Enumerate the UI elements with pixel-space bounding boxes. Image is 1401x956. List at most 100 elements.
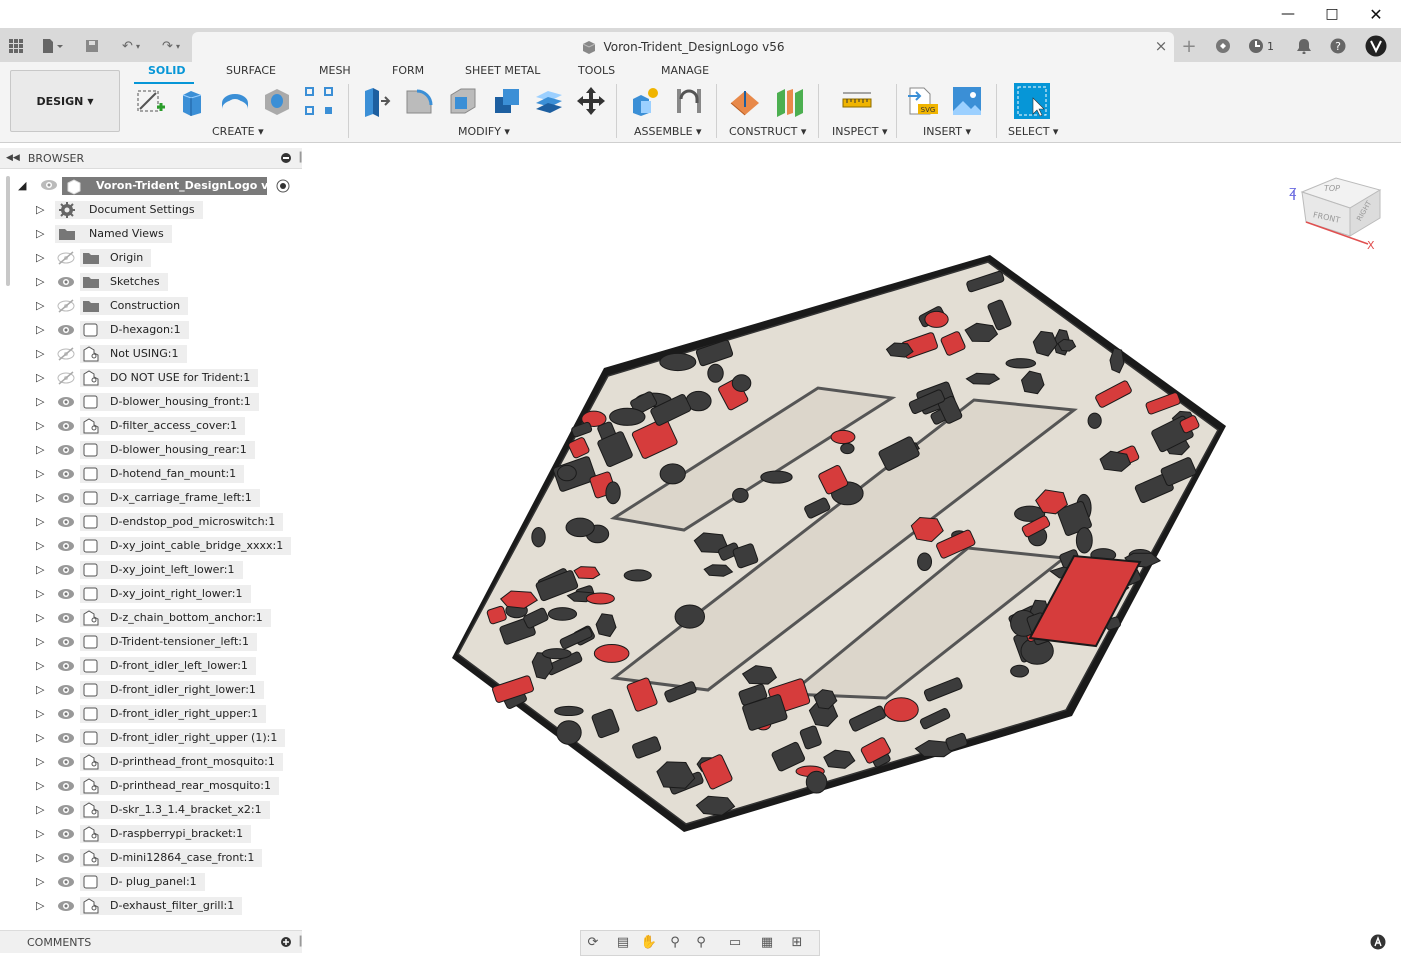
expand-arrow-icon[interactable]: ▷ — [36, 731, 44, 744]
tab-solid[interactable]: SOLID — [148, 64, 186, 80]
workspace-switcher[interactable]: DESIGN ▼ — [10, 70, 120, 132]
midplane-icon[interactable] — [772, 84, 806, 118]
press-pull-icon[interactable] — [358, 84, 392, 118]
browser-item[interactable]: ▷ D- plug_panel:1 — [0, 871, 302, 893]
printed-part[interactable] — [1005, 358, 1037, 369]
root-eye-icon[interactable] — [40, 178, 58, 195]
display-settings-icon[interactable]: ▭ — [726, 933, 744, 951]
eye-icon[interactable] — [56, 657, 76, 675]
view-cube[interactable]: TOP FRONT RIGHT Z X — [1280, 170, 1392, 259]
expand-arrow-icon[interactable]: ▷ — [36, 203, 44, 216]
browser-item[interactable]: ▷ D-skr_1.3_1.4_bracket_x2:1 — [0, 799, 302, 821]
minimize-icon[interactable]: — — [1266, 0, 1310, 28]
eye-icon[interactable] — [56, 513, 76, 531]
printed-part-red[interactable] — [573, 566, 601, 580]
document-tab[interactable]: Voron-Trident_DesignLogo v56 — [192, 32, 1174, 62]
eye-icon[interactable] — [56, 441, 76, 459]
browser-item[interactable]: ▷ Origin — [0, 247, 302, 269]
printed-part[interactable] — [531, 527, 546, 548]
group-create[interactable]: CREATE ▾ — [212, 125, 264, 138]
browser-item[interactable]: ▷ D-printhead_front_mosquito:1 — [0, 751, 302, 773]
printed-part[interactable] — [659, 463, 686, 485]
pin-icon[interactable] — [280, 152, 292, 167]
printed-part[interactable] — [1075, 527, 1093, 554]
tab-surface[interactable]: SURFACE — [226, 64, 276, 80]
zoom-window-icon[interactable]: ⚲ — [692, 933, 710, 951]
eye-icon[interactable] — [56, 489, 76, 507]
eye-icon[interactable] — [56, 753, 76, 771]
browser-item[interactable]: ▷ D-xy_joint_left_lower:1 — [0, 559, 302, 581]
eye-icon[interactable] — [56, 417, 76, 435]
expand-arrow-icon[interactable]: ▷ — [36, 803, 44, 816]
look-at-icon[interactable]: ▤ — [614, 933, 632, 951]
browser-item[interactable]: ▷ D-blower_housing_front:1 — [0, 391, 302, 413]
combine-icon[interactable] — [490, 84, 524, 118]
expand-arrow-icon[interactable]: ▷ — [36, 251, 44, 264]
printed-part[interactable] — [659, 352, 697, 372]
eye-icon[interactable] — [56, 609, 76, 627]
group-insert[interactable]: INSERT ▾ — [923, 125, 971, 138]
fillet-icon[interactable] — [402, 84, 436, 118]
zoom-icon[interactable]: ⚲ — [666, 933, 684, 951]
panel-handle[interactable]: ❙ — [296, 934, 305, 947]
eye-icon[interactable] — [56, 537, 76, 555]
group-select[interactable]: SELECT ▾ — [1008, 125, 1058, 138]
eye-icon[interactable] — [56, 585, 76, 603]
printed-part[interactable] — [623, 569, 652, 582]
comments-panel[interactable]: COMMENTS ❙ — [0, 930, 305, 953]
expand-arrow-icon[interactable]: ▷ — [36, 227, 44, 240]
printed-part[interactable] — [674, 604, 706, 629]
eye-icon[interactable] — [56, 681, 76, 699]
browser-item[interactable]: ▷ D-hexagon:1 — [0, 319, 302, 341]
eye-icon[interactable] — [56, 777, 76, 795]
browser-item[interactable]: ▷ D-raspberrypi_bracket:1 — [0, 823, 302, 845]
hole-icon[interactable] — [260, 84, 294, 118]
browser-item[interactable]: ▷ Construction — [0, 295, 302, 317]
maximize-icon[interactable]: □ — [1310, 0, 1354, 28]
browser-item[interactable]: ▷ Document Settings — [0, 199, 302, 221]
printed-part[interactable] — [731, 374, 752, 392]
expand-arrow-icon[interactable]: ▷ — [36, 299, 44, 312]
group-assemble[interactable]: ASSEMBLE ▾ — [634, 125, 702, 138]
eye-icon[interactable] — [56, 633, 76, 651]
browser-item[interactable]: ▷ D-exhaust_filter_grill:1 — [0, 895, 302, 917]
group-construct[interactable]: CONSTRUCT ▾ — [729, 125, 806, 138]
eye-icon[interactable] — [56, 393, 76, 411]
eye-icon[interactable] — [56, 825, 76, 843]
printed-part[interactable] — [707, 363, 724, 383]
new-tab-icon[interactable]: + — [1177, 34, 1201, 58]
add-comment-icon[interactable] — [280, 936, 292, 951]
expand-arrow-icon[interactable]: ▷ — [36, 347, 44, 360]
tab-sheet-metal[interactable]: SHEET METAL — [465, 64, 540, 80]
expand-arrow-icon[interactable]: ▷ — [36, 467, 44, 480]
expand-arrow-icon[interactable]: ▷ — [36, 515, 44, 528]
printed-part-red[interactable] — [924, 310, 949, 328]
browser-item[interactable]: ▷ D-xy_joint_right_lower:1 — [0, 583, 302, 605]
help-icon[interactable]: ? — [1326, 34, 1350, 58]
measure-icon[interactable] — [840, 84, 874, 118]
expand-arrow-icon[interactable]: ▷ — [36, 395, 44, 408]
expand-arrow-icon[interactable]: ▷ — [36, 443, 44, 456]
printed-part[interactable] — [557, 464, 577, 482]
activate-radio-icon[interactable] — [276, 179, 290, 196]
extrude-icon[interactable] — [176, 84, 210, 118]
expand-arrow-icon[interactable]: ▷ — [36, 779, 44, 792]
printed-part[interactable] — [547, 607, 578, 621]
browser-item[interactable]: ▷ D-blower_housing_rear:1 — [0, 439, 302, 461]
printed-part[interactable] — [1087, 412, 1102, 429]
group-inspect[interactable]: INSPECT ▾ — [832, 125, 887, 138]
expand-arrow-icon[interactable]: ▷ — [36, 587, 44, 600]
eye-icon[interactable] — [56, 273, 76, 291]
browser-item[interactable]: ▷ Sketches — [0, 271, 302, 293]
eye-hidden-icon[interactable] — [56, 297, 76, 315]
new-component-icon[interactable] — [628, 84, 662, 118]
browser-item[interactable]: ▷ D-front_idler_left_lower:1 — [0, 655, 302, 677]
printed-part[interactable] — [609, 407, 646, 426]
viewport-canvas[interactable] — [302, 142, 1401, 928]
user-avatar[interactable] — [1364, 34, 1388, 58]
browser-item[interactable]: ▷ DO NOT USE for Trident:1 — [0, 367, 302, 389]
save-icon[interactable] — [80, 34, 104, 58]
expand-arrow-icon[interactable]: ▷ — [36, 491, 44, 504]
notifications-icon[interactable] — [1292, 34, 1316, 58]
close-icon[interactable]: ✕ — [1354, 0, 1398, 28]
